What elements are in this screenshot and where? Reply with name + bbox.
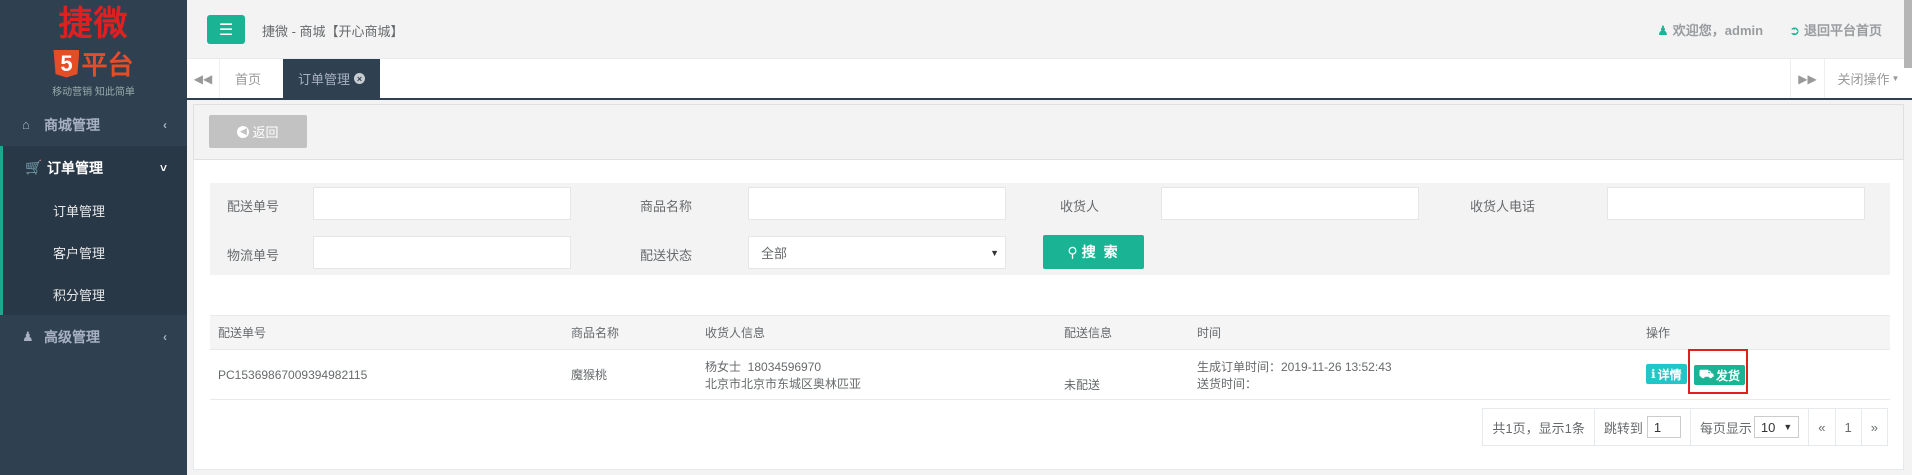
home-icon: ⌂ — [22, 117, 30, 132]
cell-actions: ℹ 详情 ⛟ 发货 — [1638, 349, 1890, 400]
tabs-scroll-right-button[interactable]: ▶▶ — [1790, 59, 1824, 98]
pagination-prev[interactable]: « — [1809, 409, 1836, 445]
label-logistics-no: 物流单号 — [227, 248, 280, 263]
chevron-left-icon: ‹ — [163, 117, 167, 132]
pagination-jump: 跳转到 1 — [1595, 409, 1691, 445]
search-button[interactable]: ⚲ 搜 索 — [1043, 235, 1144, 269]
tab-order-management[interactable]: 订单管理 × — [283, 59, 381, 98]
column-header[interactable]: 时间 — [1189, 315, 1638, 350]
chevron-down-icon: ˅ — [159, 160, 167, 175]
per-page-select[interactable]: 10 ▼ — [1753, 416, 1800, 438]
cell-time: 生成订单时间：2019-11-26 13:52:43 送货时间： — [1189, 349, 1638, 400]
users-icon: ♟ — [22, 328, 34, 344]
back-panel: ◀ 返回 — [193, 104, 1904, 160]
caret-down-icon: ▼ — [990, 247, 999, 258]
logo-name: 平台 — [81, 51, 134, 81]
pagination-per-page: 每页显示 10 ▼ — [1691, 409, 1810, 445]
sidebar-item-mall[interactable]: ⌂ 商城管理 ‹ — [0, 103, 187, 146]
tabs-scroll-left-button[interactable]: ◀◀ — [187, 59, 220, 98]
detail-button[interactable]: ℹ 详情 — [1646, 364, 1687, 384]
order-content: 配送单号 商品名称 收货人 收货人电话 物流单号 配送状态 全部 ▼ ⚲ 搜 索… — [193, 160, 1904, 470]
close-icon[interactable]: × — [354, 73, 366, 84]
sidebar-item-advanced[interactable]: ♟ 高级管理 ‹ — [0, 315, 187, 358]
table-header-row: 配送单号 商品名称 收货人信息 配送信息 时间 操作 — [210, 315, 1890, 350]
cell-receiver-info: 杨女士 18034596970 北京市北京市东城区奥林匹亚 — [697, 349, 1056, 400]
sidebar-subitem-points-management[interactable]: 积分管理 — [3, 273, 187, 315]
hamburger-icon: ☰ — [218, 21, 234, 39]
table-row[interactable]: PC15369867009394982115 魔猴桃 杨女士 180345969… — [210, 349, 1890, 400]
user-icon: ♟ — [1657, 23, 1669, 38]
logo-subtitle: 移动营销 知此简单 — [52, 87, 135, 98]
menu-toggle-button[interactable]: ☰ — [207, 15, 245, 44]
arrow-circle-left-icon: ◀ — [237, 125, 250, 138]
label-delivery-no: 配送单号 — [227, 199, 280, 214]
pagination-summary: 共1页，显示1条 — [1483, 409, 1595, 445]
search-form: 配送单号 商品名称 收货人 收货人电话 物流单号 配送状态 全部 ▼ ⚲ 搜 索 — [210, 183, 1890, 275]
caret-down-icon: ▼ — [1783, 422, 1793, 432]
welcome-user[interactable]: ♟ 欢迎您，admin — [1657, 20, 1763, 39]
forward-icon: ▶▶ — [1798, 71, 1817, 86]
backward-icon: ◀◀ — [193, 71, 213, 86]
receiver-address: 北京市北京市东城区奥林匹亚 — [705, 376, 862, 391]
html5-logo-icon: 5 — [53, 49, 80, 78]
receiver-input[interactable] — [1161, 187, 1419, 220]
sidebar-subitem-customer-management[interactable]: 客户管理 — [3, 231, 187, 273]
receiver-phone-input[interactable] — [1607, 187, 1865, 220]
orders-table: 配送单号 商品名称 收货人信息 配送信息 时间 操作 PC15369867009… — [210, 315, 1890, 400]
column-header[interactable]: 操作 — [1638, 315, 1890, 350]
back-to-home-link[interactable]: ➲ 退回平台首页 — [1789, 20, 1882, 39]
cell-product: 魔猴桃 — [563, 349, 697, 400]
app-title: 捷微 - 商城【开心商城】 — [262, 24, 404, 39]
tab-home[interactable]: 首页 — [220, 59, 276, 98]
tabs-bar: ◀◀ 首页 订单管理 × ▶▶ 关闭操作 ▼ — [187, 59, 1912, 100]
column-header[interactable]: 配送信息 — [1056, 315, 1189, 350]
info-icon: ℹ — [1651, 367, 1656, 381]
sidebar: 捷微 5 平台 移动营销 知此简单 ⌂ 商城管理 ‹ 🛒 订单管理 ˅ 订单管理… — [0, 0, 187, 475]
delivery-status-select[interactable]: 全部 ▼ — [748, 236, 1006, 269]
jump-page-input[interactable]: 1 — [1646, 416, 1681, 438]
sidebar-group-orders: 🛒 订单管理 ˅ 订单管理 客户管理 积分管理 — [0, 146, 187, 315]
chevron-left-icon: ‹ — [163, 329, 167, 344]
pagination-next[interactable]: » — [1862, 409, 1887, 445]
sidebar-subitem-order-management[interactable]: 订单管理 — [3, 189, 187, 231]
label-receiver: 收货人 — [1060, 199, 1100, 214]
logistics-no-input[interactable] — [313, 236, 571, 269]
cell-delivery-no: PC15369867009394982115 — [210, 349, 563, 400]
cart-icon: 🛒 — [25, 159, 43, 175]
sidebar-item-label: 订单管理 — [47, 159, 103, 176]
column-header[interactable]: 收货人信息 — [697, 315, 1056, 350]
close-operations-dropdown[interactable]: 关闭操作 ▼ — [1824, 59, 1912, 98]
pagination-page-1[interactable]: 1 — [1836, 409, 1862, 445]
cell-delivery-info: 未配送 — [1056, 349, 1189, 400]
receiver-name-phone: 杨女士 18034596970 — [705, 359, 822, 374]
label-delivery-status: 配送状态 — [640, 248, 693, 263]
column-header[interactable]: 配送单号 — [210, 315, 563, 350]
time-created: 生成订单时间：2019-11-26 13:52:43 — [1197, 359, 1392, 374]
search-icon: ⚲ — [1067, 243, 1078, 260]
logo-top-text: 捷微 — [58, 4, 129, 44]
column-header[interactable]: 商品名称 — [563, 315, 697, 350]
pagination: 共1页，显示1条 跳转到 1 每页显示 10 ▼ « 1 » — [1482, 408, 1888, 446]
delivery-no-input[interactable] — [313, 187, 571, 220]
logo: 捷微 5 平台 移动营销 知此简单 — [0, 0, 187, 103]
sidebar-item-label: 高级管理 — [44, 328, 100, 345]
caret-down-icon: ▼ — [1891, 74, 1900, 83]
product-name-input[interactable] — [748, 187, 1006, 220]
sign-out-icon: ➲ — [1789, 23, 1800, 38]
page-scrollbar[interactable] — [1904, 0, 1912, 68]
time-shipped: 送货时间： — [1197, 376, 1258, 391]
label-product-name: 商品名称 — [640, 199, 693, 214]
sidebar-item-orders[interactable]: 🛒 订单管理 ˅ — [3, 146, 187, 189]
label-receiver-phone: 收货人电话 — [1470, 199, 1536, 214]
highlight-box — [1688, 349, 1748, 394]
top-navbar: ☰ 捷微 - 商城【开心商城】 ♟ 欢迎您，admin ➲ 退回平台首页 — [187, 0, 1912, 59]
back-button[interactable]: ◀ 返回 — [209, 115, 307, 148]
sidebar-item-label: 商城管理 — [44, 116, 100, 133]
